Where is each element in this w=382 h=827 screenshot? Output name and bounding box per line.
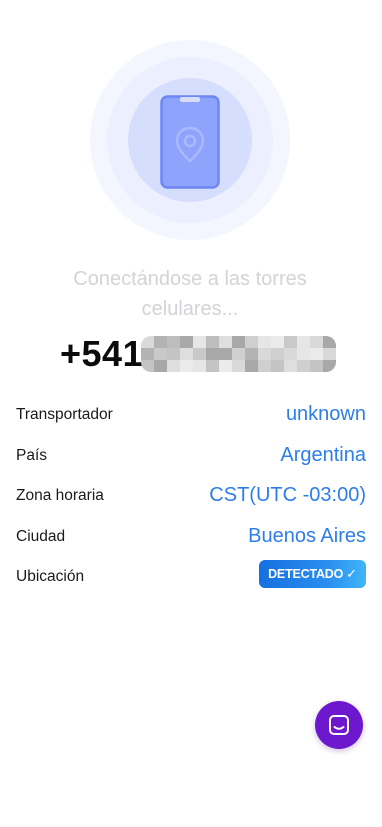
detected-badge-text: DETECTADO bbox=[268, 567, 344, 581]
pixel-cell bbox=[284, 348, 298, 360]
info-row-timezone: Zona horaria CST(UTC -03:00) bbox=[16, 479, 366, 520]
pixel-cell bbox=[180, 360, 194, 372]
city-value: Buenos Aires bbox=[248, 524, 366, 547]
pixel-cell bbox=[284, 336, 298, 348]
phone-number: +541 bbox=[60, 330, 337, 378]
carrier-label: Transportador bbox=[16, 406, 113, 423]
pixel-cell bbox=[297, 348, 311, 360]
country-value: Argentina bbox=[280, 443, 366, 466]
phone-location-illustration bbox=[90, 40, 290, 240]
info-row-location: Ubicación DETECTADO ✓ bbox=[16, 560, 366, 601]
pixel-cell bbox=[206, 360, 220, 372]
pixel-cell bbox=[180, 336, 194, 348]
timezone-label: Zona horaria bbox=[16, 487, 104, 504]
pixel-cell bbox=[323, 336, 337, 348]
pixel-cell bbox=[232, 360, 246, 372]
pixel-cell bbox=[258, 336, 272, 348]
phone-location-icon bbox=[160, 95, 220, 189]
city-label: Ciudad bbox=[16, 527, 66, 545]
check-icon: ✓ bbox=[346, 566, 357, 581]
country-label: País bbox=[16, 446, 48, 464]
pixel-cell bbox=[284, 360, 298, 372]
timezone-value: CST(UTC -03:00) bbox=[209, 484, 366, 506]
location-label: Ubicación bbox=[16, 568, 85, 585]
pixel-cell bbox=[154, 336, 168, 348]
pixel-cell bbox=[193, 348, 207, 360]
pixel-cell bbox=[206, 348, 220, 360]
pixel-cell bbox=[297, 360, 311, 372]
info-row-country: País Argentina bbox=[16, 439, 366, 480]
pixel-cell bbox=[219, 336, 233, 348]
info-row-carrier: Transportador unknown bbox=[16, 398, 366, 439]
pixel-cell bbox=[271, 360, 285, 372]
pixel-cell bbox=[219, 348, 233, 360]
pixel-cell bbox=[258, 360, 272, 372]
chat-button[interactable] bbox=[315, 701, 363, 749]
detected-badge: DETECTADO ✓ bbox=[259, 560, 366, 588]
pixel-cell bbox=[245, 336, 259, 348]
pixel-cell bbox=[193, 336, 207, 348]
phone-number-prefix: +541 bbox=[60, 333, 144, 374]
chat-icon bbox=[329, 715, 349, 735]
info-list: Transportador unknown País Argentina Zon… bbox=[16, 398, 366, 601]
pixel-cell bbox=[219, 360, 233, 372]
pixel-cell bbox=[297, 336, 311, 348]
pixel-cell bbox=[167, 348, 181, 360]
pixel-cell bbox=[310, 348, 324, 360]
pixel-cell bbox=[245, 360, 259, 372]
redacted-phone-digits bbox=[141, 336, 337, 372]
pixel-cell bbox=[206, 336, 220, 348]
pixel-cell bbox=[245, 348, 259, 360]
pixel-cell bbox=[154, 348, 168, 360]
pixel-cell bbox=[193, 360, 207, 372]
pixel-cell bbox=[180, 348, 194, 360]
status-line-1: Conectándose a las torres bbox=[73, 268, 307, 290]
pixel-cell bbox=[232, 348, 246, 360]
pixel-cell bbox=[271, 348, 285, 360]
carrier-value: unknown bbox=[285, 403, 366, 425]
pixel-cell bbox=[141, 348, 155, 360]
pixel-cell bbox=[167, 336, 181, 348]
pixel-cell bbox=[167, 360, 181, 372]
pixel-cell bbox=[154, 360, 168, 372]
pixel-cell bbox=[310, 336, 324, 348]
pixel-cell bbox=[323, 348, 337, 360]
status-line-2: celulares... bbox=[141, 298, 239, 320]
pixel-cell bbox=[232, 336, 246, 348]
pixel-cell bbox=[258, 348, 272, 360]
pixel-cell bbox=[310, 360, 324, 372]
pixel-cell bbox=[323, 360, 337, 372]
connecting-status: Conectándose a las torres celulares... bbox=[40, 264, 340, 324]
info-row-city: Ciudad Buenos Aires bbox=[16, 520, 366, 561]
pixel-cell bbox=[271, 336, 285, 348]
